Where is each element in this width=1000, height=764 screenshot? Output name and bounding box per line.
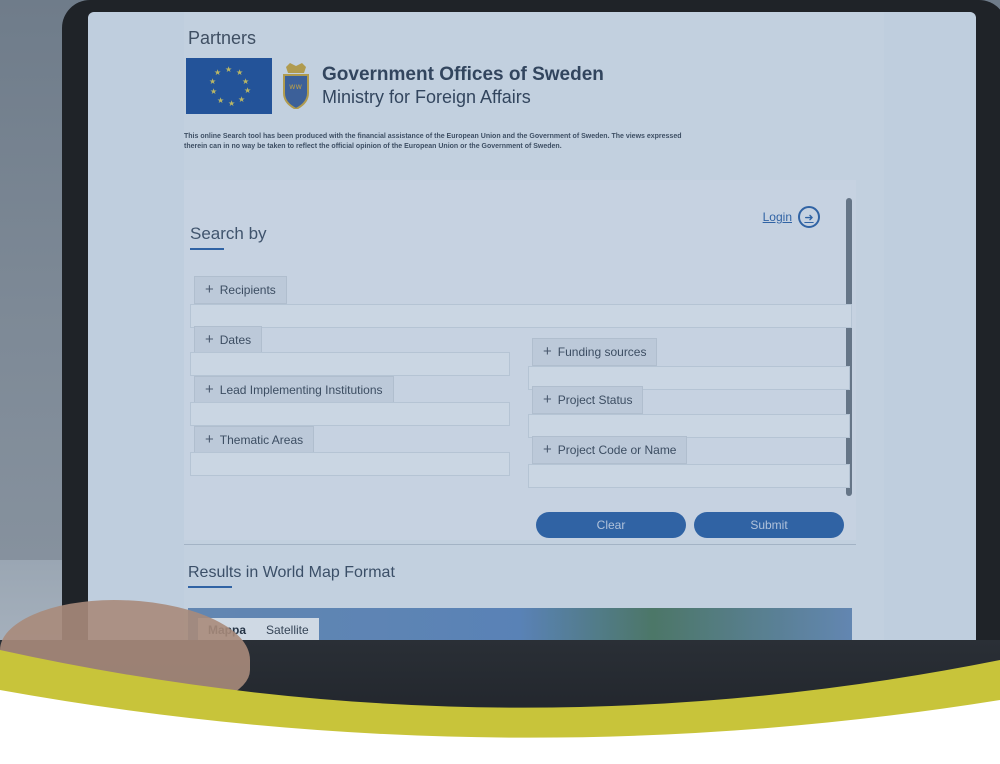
lead-institutions-field[interactable] bbox=[190, 402, 510, 426]
keyboard-key: - bbox=[645, 710, 709, 752]
recipients-field[interactable] bbox=[190, 304, 852, 328]
filter-label: Lead Implementing Institutions bbox=[219, 383, 383, 397]
thematic-areas-field[interactable] bbox=[190, 452, 510, 476]
search-by-heading: Search by bbox=[190, 224, 267, 243]
filter-recipients[interactable]: + Recipients bbox=[194, 276, 287, 304]
plus-icon: + bbox=[205, 281, 214, 298]
partner-logos: ★ ★ ★ ★ ★ ★ ★ ★ ★ ★ ww Government Office… bbox=[186, 58, 604, 114]
web-page: Partners ★ ★ ★ ★ ★ ★ ★ ★ ★ ★ ww Governme… bbox=[184, 12, 884, 668]
filter-project-status[interactable]: + Project Status bbox=[532, 386, 644, 414]
plus-icon: + bbox=[205, 381, 214, 398]
project-code-field[interactable] bbox=[528, 464, 850, 488]
keyboard-key: + bbox=[715, 710, 779, 752]
plus-icon: + bbox=[205, 331, 214, 348]
scrollbar[interactable] bbox=[846, 198, 852, 496]
plus-icon: + bbox=[543, 441, 552, 458]
results-title-prefix: Results bbox=[188, 564, 242, 581]
laptop-screen: Partners ★ ★ ★ ★ ★ ★ ★ ★ ★ ★ ww Governme… bbox=[88, 12, 976, 668]
partners-heading: Partners bbox=[188, 28, 257, 48]
login-arrow-icon: ➜ bbox=[798, 206, 820, 228]
keyboard-key: ? bbox=[435, 710, 499, 752]
filter-label: Thematic Areas bbox=[219, 433, 304, 447]
keyboard-key: / bbox=[365, 710, 429, 752]
filter-label: Funding sources bbox=[557, 345, 647, 359]
svg-text:ww: ww bbox=[289, 82, 303, 91]
login-link[interactable]: Login ➜ bbox=[763, 206, 820, 228]
eu-flag-logo: ★ ★ ★ ★ ★ ★ ★ ★ ★ ★ bbox=[186, 58, 272, 114]
filter-dates[interactable]: + Dates bbox=[194, 326, 263, 354]
map-tab-satellite[interactable]: Satellite bbox=[256, 618, 319, 642]
filter-label: Dates bbox=[219, 333, 252, 347]
dates-field[interactable] bbox=[190, 352, 510, 376]
search-panel: Login ➜ Search by + Recipients + Dates +… bbox=[184, 180, 856, 540]
disclaimer-text: This online Search tool has been produce… bbox=[184, 133, 682, 150]
project-status-field[interactable] bbox=[528, 414, 850, 438]
filter-label: Project Status bbox=[557, 393, 633, 407]
filter-label: Project Code or Name bbox=[557, 443, 677, 457]
results-title-rest: in World Map Format bbox=[241, 564, 395, 581]
plus-icon: + bbox=[543, 391, 552, 408]
filter-lead-institutions[interactable]: + Lead Implementing Institutions bbox=[194, 376, 394, 404]
submit-button[interactable]: Submit bbox=[694, 512, 844, 538]
heading-underline bbox=[190, 248, 224, 250]
government-name: Government Offices of Sweden bbox=[322, 64, 604, 85]
section-divider bbox=[184, 544, 856, 545]
login-label: Login bbox=[762, 210, 792, 224]
keyboard-key: / bbox=[295, 710, 359, 752]
clear-button[interactable]: Clear bbox=[536, 512, 686, 538]
filter-project-code[interactable]: + Project Code or Name bbox=[532, 436, 688, 464]
results-heading: Results in World Map Format bbox=[188, 564, 395, 582]
plus-icon: + bbox=[205, 431, 214, 448]
swedish-crest-icon: ww bbox=[280, 63, 312, 111]
government-logo-text: Government Offices of Sweden Ministry fo… bbox=[322, 64, 604, 108]
filter-thematic-areas[interactable]: + Thematic Areas bbox=[194, 426, 315, 454]
heading-underline bbox=[188, 586, 232, 588]
keyboard-key: : bbox=[575, 710, 639, 752]
ministry-name: Ministry for Foreign Affairs bbox=[322, 87, 531, 107]
filter-funding-sources[interactable]: + Funding sources bbox=[532, 338, 658, 366]
keyboard-key: ; bbox=[505, 710, 569, 752]
filter-label: Recipients bbox=[219, 283, 276, 297]
plus-icon: + bbox=[543, 343, 552, 360]
